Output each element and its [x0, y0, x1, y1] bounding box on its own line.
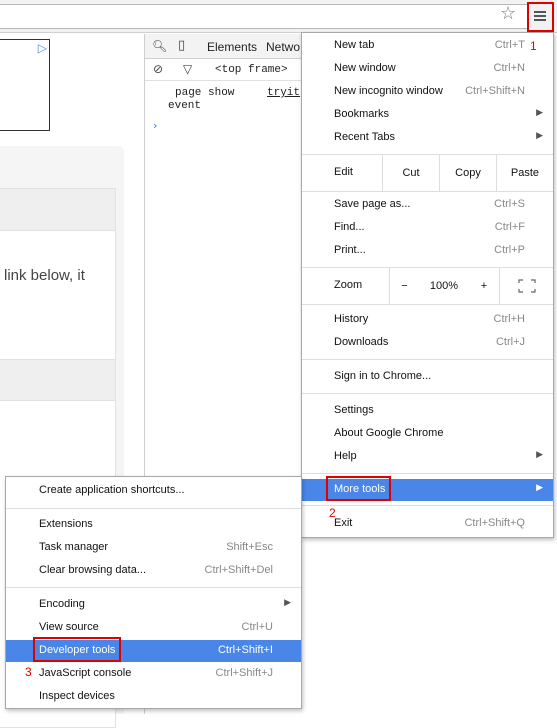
- menu-item-history[interactable]: History Ctrl+H: [302, 309, 553, 331]
- adchoices-icon[interactable]: ▷: [38, 42, 47, 54]
- ad-banner[interactable]: ▷: [0, 39, 50, 131]
- more-tools-submenu: Create application shortcuts... Extensio…: [5, 476, 302, 709]
- console-toolbar: ⊘ ▽ <top frame>: [145, 59, 305, 81]
- search-icon[interactable]: 🔍︎: [152, 39, 167, 53]
- card-header: [0, 189, 115, 231]
- menu-item-exit[interactable]: Exit Ctrl+Shift+Q: [302, 513, 553, 535]
- zoom-level: 100%: [429, 280, 459, 292]
- console-message-2: event: [168, 100, 202, 112]
- chevron-right-icon: ▶: [536, 108, 543, 118]
- annotation-step-1: 1: [530, 39, 537, 53]
- menu-item-clear-browsing-data[interactable]: Clear browsing data... Ctrl+Shift+Del: [6, 560, 301, 582]
- paste-button[interactable]: Paste: [496, 155, 553, 191]
- tab-network[interactable]: Netwo: [266, 40, 300, 54]
- browser-toolbar: ☆: [0, 0, 557, 33]
- highlight-box-developer-tools: [33, 637, 121, 662]
- fullscreen-button[interactable]: [499, 268, 553, 304]
- console-prompt[interactable]: ›: [153, 119, 157, 132]
- annotation-step-3: 3: [25, 665, 32, 679]
- menu-item-recent-tabs[interactable]: Recent Tabs ▶: [302, 127, 553, 149]
- menu-item-new-incognito[interactable]: New incognito window Ctrl+Shift+N: [302, 81, 553, 103]
- edit-row: Edit Cut Copy Paste: [302, 155, 553, 191]
- menu-item-javascript-console[interactable]: JavaScript console Ctrl+Shift+J: [6, 663, 301, 685]
- menu-divider: [302, 473, 553, 474]
- menu-item-about[interactable]: About Google Chrome: [302, 423, 553, 445]
- devtools-tabbar: 🔍︎ ▯ Elements Netwo: [145, 34, 305, 59]
- menu-item-inspect-devices[interactable]: Inspect devices: [6, 686, 301, 708]
- device-mode-icon[interactable]: ▯: [178, 38, 185, 53]
- menu-item-new-window[interactable]: New window Ctrl+N: [302, 58, 553, 80]
- card-band: [0, 359, 115, 401]
- chevron-right-icon: ▶: [536, 131, 543, 141]
- menu-divider: [302, 191, 553, 192]
- filter-icon[interactable]: ▽: [183, 62, 192, 76]
- menu-divider: [302, 304, 553, 305]
- menu-divider: [6, 587, 301, 588]
- menu-divider: [302, 505, 553, 506]
- menu-item-save-page[interactable]: Save page as... Ctrl+S: [302, 194, 553, 216]
- menu-item-settings[interactable]: Settings: [302, 400, 553, 422]
- star-icon[interactable]: ☆: [500, 5, 516, 23]
- menu-item-print[interactable]: Print... Ctrl+P: [302, 240, 553, 262]
- menu-item-view-source[interactable]: View source Ctrl+U: [6, 617, 301, 639]
- menu-item-bookmarks[interactable]: Bookmarks ▶: [302, 104, 553, 126]
- menu-divider: [302, 393, 553, 394]
- clear-console-icon[interactable]: ⊘: [153, 62, 163, 76]
- menu-item-downloads[interactable]: Downloads Ctrl+J: [302, 332, 553, 354]
- frame-selector[interactable]: <top frame>: [215, 64, 288, 76]
- copy-button[interactable]: Copy: [439, 155, 496, 191]
- menu-item-new-tab[interactable]: New tab Ctrl+T: [302, 35, 553, 57]
- page-body-text: link below, it: [4, 267, 85, 284]
- highlight-box-menu: [527, 2, 554, 32]
- cut-button[interactable]: Cut: [382, 155, 439, 191]
- menu-item-encoding[interactable]: Encoding ▶: [6, 594, 301, 616]
- menu-item-sign-in[interactable]: Sign in to Chrome...: [302, 366, 553, 388]
- console-source-link[interactable]: tryit: [267, 87, 300, 99]
- menu-item-create-shortcuts[interactable]: Create application shortcuts...: [6, 480, 301, 502]
- address-bar[interactable]: [0, 4, 528, 29]
- zoom-in-button[interactable]: +: [469, 268, 499, 304]
- menu-item-find[interactable]: Find... Ctrl+F: [302, 217, 553, 239]
- menu-item-extensions[interactable]: Extensions: [6, 514, 301, 536]
- chevron-right-icon: ▶: [536, 483, 543, 493]
- menu-divider: [302, 359, 553, 360]
- zoom-out-button[interactable]: −: [389, 268, 419, 304]
- menu-item-help[interactable]: Help ▶: [302, 446, 553, 468]
- fullscreen-icon: [517, 279, 536, 293]
- chrome-main-menu: New tab Ctrl+T New window Ctrl+N New inc…: [301, 32, 554, 538]
- menu-divider: [6, 508, 301, 509]
- highlight-box-more-tools: [326, 476, 391, 501]
- annotation-step-2: 2: [329, 506, 336, 520]
- chevron-right-icon: ▶: [536, 450, 543, 460]
- chevron-right-icon: ▶: [284, 598, 291, 608]
- menu-item-task-manager[interactable]: Task manager Shift+Esc: [6, 537, 301, 559]
- tab-elements[interactable]: Elements: [207, 40, 257, 54]
- zoom-row: Zoom − 100% +: [302, 268, 553, 304]
- console-message: page show: [175, 87, 235, 99]
